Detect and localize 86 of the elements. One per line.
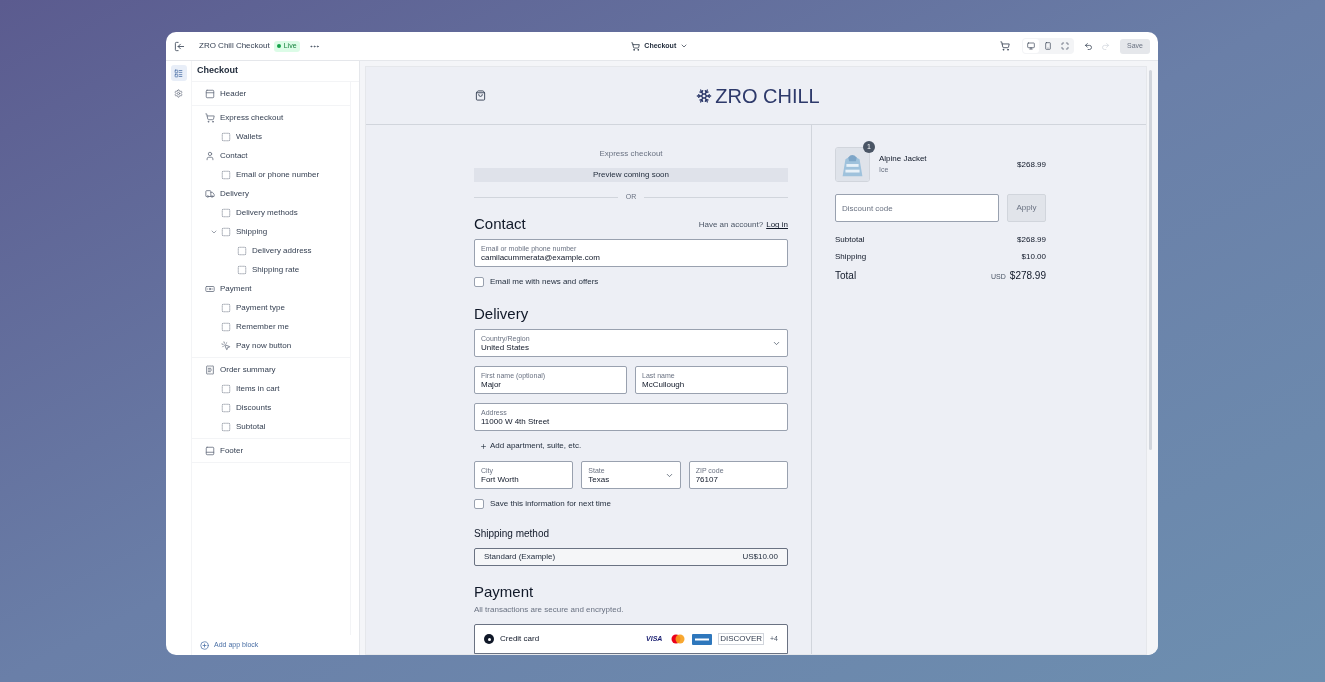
dashed-square-icon	[221, 321, 231, 332]
desktop-view-button[interactable]	[1023, 39, 1040, 53]
sections-tab[interactable]	[170, 65, 187, 81]
monitor-icon	[1027, 42, 1036, 50]
product-name: Alpine Jacket	[879, 153, 928, 166]
sidebar-item[interactable]: Express checkout	[220, 111, 284, 124]
summary-label: Shipping	[835, 251, 867, 263]
summary-value: $10.00	[1021, 251, 1046, 263]
apply-button[interactable]: Apply	[1007, 194, 1046, 222]
mastercard-icon	[670, 634, 687, 644]
express-checkout-title: Express checkout	[598, 148, 664, 160]
discover-logo: DISCOVER	[718, 633, 764, 645]
sidebar-item[interactable]: Subtotal	[236, 420, 266, 433]
checkout-title: ZRO Chill Checkout	[199, 40, 270, 52]
sidebar-item[interactable]: Footer	[220, 444, 244, 457]
undo-icon[interactable]	[1084, 41, 1094, 51]
cash-icon	[205, 283, 215, 294]
cart-icon	[631, 41, 641, 51]
brand-logo: ZRO CHILL	[696, 80, 820, 111]
expand-icon	[1061, 42, 1070, 50]
list-icon	[174, 68, 183, 78]
payment-heading: Payment	[474, 584, 535, 599]
dashed-square-icon	[237, 245, 247, 256]
dashed-square-icon	[221, 383, 231, 394]
add-apartment-link[interactable]: Add apartment, suite, etc.	[474, 440, 582, 453]
credit-card-label: Credit card	[500, 633, 541, 645]
sidebar-item[interactable]: Email or phone number	[236, 168, 320, 181]
sidebar-item[interactable]: Payment type	[236, 301, 285, 314]
payment-note: All transactions are secure and encrypted.	[474, 604, 625, 616]
login-link[interactable]: Log in	[766, 219, 788, 232]
dashed-square-icon	[237, 264, 247, 275]
dashed-square-icon	[221, 302, 231, 313]
account-prompt: Have an account?	[698, 219, 764, 232]
settings-icon	[174, 88, 183, 98]
cart-icon[interactable]	[1000, 41, 1011, 51]
discount-field[interactable]: Discount code	[835, 194, 999, 222]
sidebar-item[interactable]: Items in cart	[236, 382, 280, 395]
exit-icon[interactable]	[174, 40, 185, 52]
receipt-icon	[205, 364, 215, 375]
summary-value: $268.99	[1017, 234, 1046, 246]
sidebar-item[interactable]: Delivery	[220, 187, 249, 200]
header-icon	[205, 88, 215, 99]
sidebar-item[interactable]: Delivery methods	[236, 206, 298, 219]
dashed-square-icon	[221, 421, 231, 432]
sidebar-item[interactable]: Delivery address	[252, 244, 312, 257]
sidebar-item[interactable]: Shipping rate	[252, 263, 300, 276]
plus-circle-icon	[200, 640, 209, 650]
dashed-square-icon	[221, 402, 231, 413]
truck-icon	[205, 188, 215, 199]
dashed-square-icon	[221, 131, 231, 142]
cart-icon	[205, 112, 215, 123]
express-preview-box: Preview coming soon	[474, 168, 788, 182]
summary-label: Subtotal	[835, 234, 865, 246]
checkbox-label: Save this information for next time	[490, 498, 611, 511]
sidebar-item[interactable]: Shipping	[236, 225, 268, 238]
chevron-icon	[680, 42, 689, 50]
person-icon	[205, 150, 215, 161]
sidebar-title: Checkout	[197, 64, 238, 78]
shipping-method-heading: Shipping method	[474, 527, 551, 542]
pointer-icon	[221, 340, 231, 351]
shopping-bag-icon[interactable]	[475, 90, 486, 101]
dashed-square-icon	[221, 169, 231, 180]
sidebar-item[interactable]: Contact	[220, 149, 248, 162]
sidebar-item[interactable]: Discounts	[236, 401, 272, 414]
product-price: $268.99	[1017, 158, 1046, 171]
checkbox[interactable]	[474, 499, 484, 510]
footer-icon	[205, 445, 215, 456]
dashed-square-icon	[221, 207, 231, 218]
sidebar-item[interactable]: Pay now button	[236, 339, 292, 352]
sidebar-item[interactable]: Order summary	[220, 363, 276, 376]
card-logo-icon	[692, 633, 713, 645]
checkbox[interactable]	[474, 277, 484, 288]
total-label: Total	[835, 269, 858, 283]
contact-heading: Contact	[474, 216, 526, 232]
delivery-heading: Delivery	[474, 306, 530, 322]
plus-icon	[480, 442, 487, 450]
radio-button[interactable]	[484, 634, 494, 644]
total-value: $278.99	[1009, 269, 1046, 283]
dashed-square-icon	[221, 226, 231, 237]
checkbox-label: Email me with news and offers	[490, 276, 599, 289]
phone-icon	[1044, 42, 1053, 50]
sidebar-item[interactable]: Remember me	[236, 320, 289, 333]
sidebar-item[interactable]: Wallets	[236, 130, 262, 143]
sidebar-item[interactable]: Payment	[220, 282, 252, 295]
shipping-option[interactable]: Standard (Example) US$10.00	[474, 548, 788, 566]
sidebar-item[interactable]: Header	[220, 87, 247, 100]
